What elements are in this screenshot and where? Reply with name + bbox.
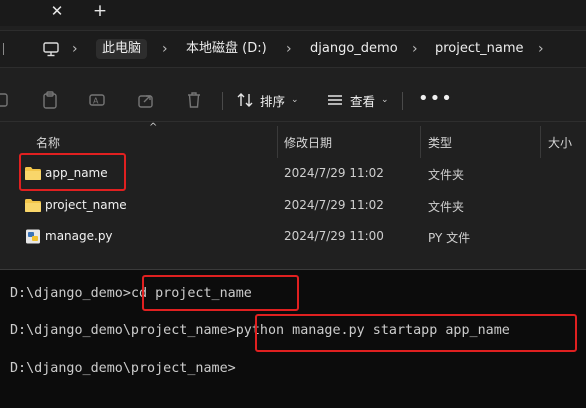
tab-strip: ✕ +: [0, 0, 586, 26]
rename-icon[interactable]: A: [88, 90, 108, 110]
chevron-down-icon: ⌄: [291, 95, 299, 105]
share-icon[interactable]: [136, 90, 156, 110]
chevron-right-icon: ›: [538, 41, 544, 57]
svg-text:A: A: [93, 97, 99, 106]
delete-icon[interactable]: [184, 90, 204, 110]
terminal-line-3: D:\django_demo\project_name>: [10, 360, 236, 378]
sort-caret-icon: ^: [149, 122, 158, 133]
view-label: 查看: [350, 93, 376, 109]
sort-label: 排序: [260, 93, 286, 109]
highlight-cd-command: [142, 275, 299, 311]
new-tab-icon[interactable]: +: [90, 1, 110, 21]
breadcrumb-this-pc[interactable]: 此电脑: [96, 39, 148, 59]
file-type: PY 文件: [428, 231, 471, 245]
column-separator[interactable]: [277, 126, 278, 158]
folder-icon: [25, 199, 41, 212]
address-edge: [3, 43, 9, 55]
chevron-right-icon: ›: [72, 41, 78, 57]
column-separator[interactable]: [540, 126, 541, 158]
file-row-project-name[interactable]: project_name 2024/7/29 11:02 文件夹: [0, 192, 586, 220]
column-date[interactable]: 修改日期: [284, 134, 332, 151]
chevron-right-icon: ›: [286, 41, 292, 57]
toolbar-divider: [222, 92, 223, 110]
file-name: project_name: [45, 198, 127, 212]
file-name: manage.py: [45, 229, 113, 243]
more-options-button[interactable]: •••: [418, 88, 453, 109]
highlight-startapp-command: [255, 314, 577, 352]
close-tab-icon[interactable]: ✕: [47, 1, 67, 21]
column-name[interactable]: 名称: [36, 134, 60, 151]
column-size[interactable]: 大小: [548, 134, 572, 151]
file-row-manage-py[interactable]: manage.py 2024/7/29 11:00 PY 文件: [0, 223, 586, 251]
column-type[interactable]: 类型: [428, 134, 452, 151]
toolbar-divider: [402, 92, 403, 110]
highlight-app-name-folder: [19, 153, 126, 191]
column-separator[interactable]: [420, 126, 421, 158]
prompt: D:\django_demo>: [10, 286, 131, 301]
prompt: D:\django_demo\project_name>: [10, 323, 236, 338]
view-button[interactable]: 查看 ⌄: [326, 90, 389, 110]
file-type: 文件夹: [428, 168, 465, 182]
file-explorer-window: ✕ + › 此电脑 › 本地磁盘 (D:) › django_demo › pr…: [0, 0, 586, 270]
chevron-right-icon: ›: [412, 41, 418, 57]
file-date: 2024/7/29 11:00: [284, 229, 384, 243]
breadcrumb-django-demo[interactable]: django_demo: [310, 39, 398, 59]
breadcrumb-project-name[interactable]: project_name: [435, 39, 524, 59]
command-bar: A 排序 ⌄ 查看 ⌄ •••: [0, 78, 586, 122]
file-date: 2024/7/29 11:02: [284, 198, 384, 212]
file-type: 文件夹: [428, 200, 465, 214]
chevron-right-icon: ›: [162, 41, 168, 57]
chevron-down-icon: ⌄: [381, 95, 389, 105]
paste-icon[interactable]: [40, 90, 60, 110]
sort-arrows-icon: [237, 93, 253, 107]
address-bar[interactable]: › 此电脑 › 本地磁盘 (D:) › django_demo › projec…: [0, 30, 586, 68]
file-date: 2024/7/29 11:02: [284, 166, 384, 180]
cut-icon[interactable]: [0, 90, 12, 110]
view-lines-icon: [328, 95, 342, 105]
monitor-icon[interactable]: [42, 40, 60, 58]
sort-button[interactable]: 排序 ⌄: [236, 90, 299, 110]
python-file-icon: [26, 229, 40, 244]
breadcrumb-local-disk[interactable]: 本地磁盘 (D:): [186, 39, 267, 59]
prompt: D:\django_demo\project_name>: [10, 361, 236, 376]
